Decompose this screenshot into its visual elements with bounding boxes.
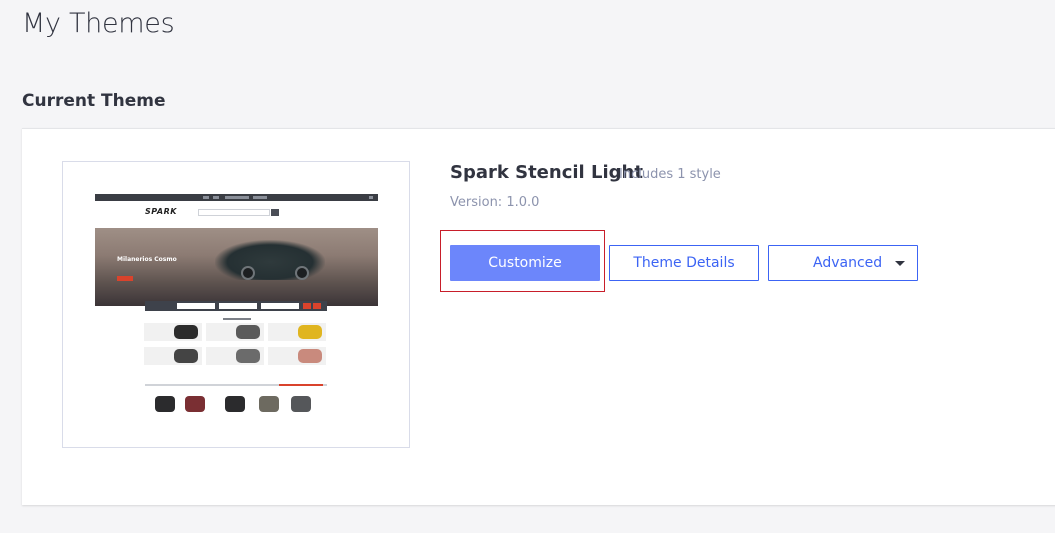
preview-wheel xyxy=(241,266,255,280)
page-title: My Themes xyxy=(22,8,175,39)
preview-hero-button xyxy=(117,276,133,281)
preview-search-button xyxy=(271,209,279,216)
theme-version: Version: 1.0.0 xyxy=(450,195,540,210)
preview-products xyxy=(145,394,327,414)
preview-topbar xyxy=(95,194,378,201)
caret-down-icon xyxy=(895,261,905,266)
preview-logo: SPARK xyxy=(145,207,177,216)
preview-nav xyxy=(155,222,331,237)
preview-hero-text: Milanerios Cosmo xyxy=(117,256,177,263)
preview-section-title xyxy=(223,318,251,320)
theme-details-button[interactable]: Theme Details xyxy=(609,245,759,281)
section-title-current-theme: Current Theme xyxy=(22,91,166,111)
current-theme-card: SPARK Milanerios Cosmo Spark Stencil Lig… xyxy=(22,128,1055,505)
preview-search xyxy=(198,209,270,216)
customize-button[interactable]: Customize xyxy=(450,245,600,281)
advanced-label: Advanced xyxy=(813,255,883,271)
advanced-dropdown-button[interactable]: Advanced xyxy=(768,245,918,281)
preview-filter-bar xyxy=(145,301,327,311)
preview-hero: Milanerios Cosmo xyxy=(95,228,378,306)
theme-preview-image: SPARK Milanerios Cosmo xyxy=(95,194,378,415)
preview-link xyxy=(279,384,323,386)
theme-name: Spark Stencil Light xyxy=(450,162,643,183)
preview-wheel xyxy=(295,266,309,280)
preview-category-grid xyxy=(144,323,328,375)
theme-thumbnail[interactable]: SPARK Milanerios Cosmo xyxy=(62,161,410,448)
theme-styles-note: Includes 1 style xyxy=(619,167,721,182)
